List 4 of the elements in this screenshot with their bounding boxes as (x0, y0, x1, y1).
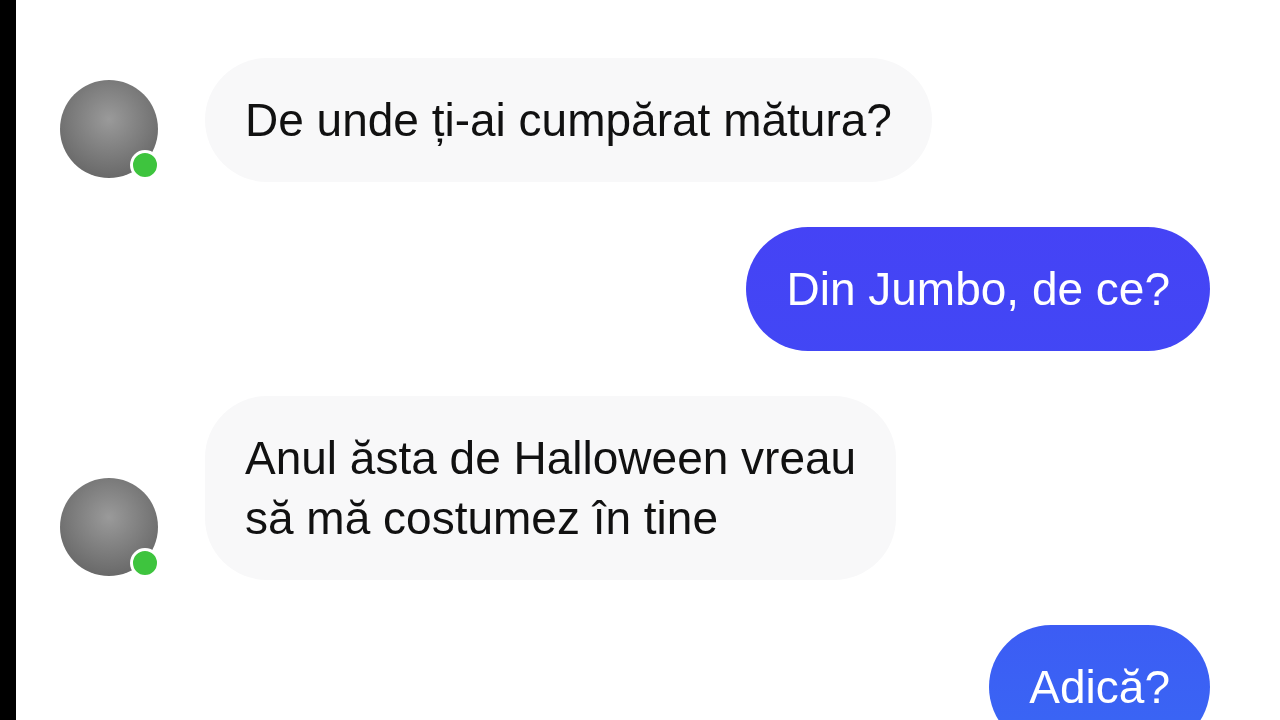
sent-message-bubble: Din Jumbo, de ce? (746, 227, 1210, 351)
received-message-bubble: De unde ți-ai cumpărat mătura? (205, 58, 932, 182)
received-message-bubble: Anul ăsta de Halloween vreau să mă costumez în tine (205, 396, 897, 580)
sent-message-bubble: Adică? (989, 625, 1210, 720)
